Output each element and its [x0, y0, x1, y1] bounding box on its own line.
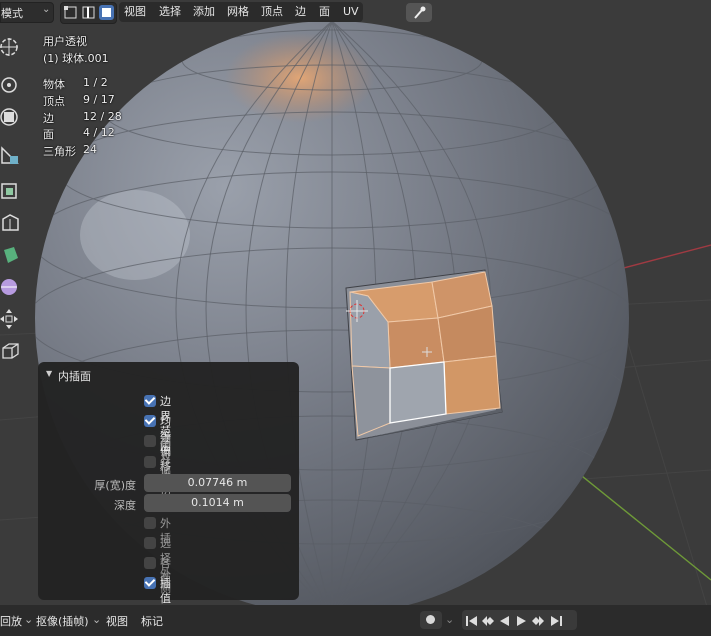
menu-mesh[interactable]: 网格 [227, 3, 249, 21]
checkbox[interactable] [144, 435, 156, 447]
chevron-down-icon: ⌄ [92, 613, 102, 626]
measure-icon[interactable] [0, 144, 22, 166]
prev-keyframe-icon[interactable] [481, 613, 494, 627]
stat-label: 边 [43, 112, 54, 125]
menu-face[interactable]: 面 [319, 3, 330, 21]
checkbox[interactable] [144, 557, 156, 569]
menu-bar: 视图 选择 添加 网格 顶点 边 面 UV [119, 2, 363, 22]
checkbox[interactable] [144, 577, 156, 589]
depth-label: 深度 [114, 499, 136, 512]
inset-icon[interactable] [0, 212, 22, 234]
checkbox[interactable] [144, 537, 156, 549]
keying-menu[interactable]: 抠像(插帧) [36, 613, 89, 629]
record-button[interactable] [420, 611, 442, 629]
stat-value: 12 / 28 [83, 110, 122, 123]
menu-view[interactable]: 视图 [124, 3, 146, 21]
select-mode-group [60, 2, 117, 24]
active-face [389, 361, 447, 424]
stat-label: 物体 [43, 78, 65, 91]
view-menu[interactable]: 视图 [106, 613, 128, 629]
mode-label: 模式 [1, 7, 23, 20]
transform-icon[interactable] [0, 308, 22, 330]
vertex-select-icon[interactable] [63, 5, 78, 20]
eyedropper-button[interactable] [406, 3, 432, 22]
checkbox[interactable] [144, 456, 156, 468]
menu-vertex[interactable]: 顶点 [261, 3, 283, 21]
header-toolbar: 模式 ⌄ 视图 选择 添加 网格 顶点 边 面 UV [0, 0, 711, 24]
add-cube-icon[interactable] [0, 340, 22, 362]
bevel-icon[interactable] [0, 244, 22, 266]
stat-label: 顶点 [43, 95, 65, 108]
stat-label: 三角形 [43, 145, 76, 158]
record-icon [426, 615, 435, 624]
checkbox[interactable] [144, 517, 156, 529]
play-icon[interactable] [515, 613, 528, 627]
mode-dropdown[interactable]: 模式 ⌄ [0, 2, 54, 23]
object-name: (1) 球体.001 [43, 52, 109, 65]
stat-value: 24 [83, 143, 97, 156]
jump-start-icon[interactable] [465, 613, 478, 627]
marker-menu[interactable]: 标记 [141, 613, 163, 629]
chevron-down-icon: ⌄ [24, 613, 34, 626]
stat-value: 4 / 12 [83, 126, 115, 139]
playback-menu[interactable]: 回放 [0, 613, 22, 629]
playback-controls [462, 610, 577, 630]
scale-icon[interactable] [0, 106, 22, 128]
eyedropper-icon [414, 6, 426, 19]
checkbox[interactable] [144, 395, 156, 407]
menu-select[interactable]: 选择 [159, 3, 181, 21]
play-reverse-icon[interactable] [498, 613, 511, 627]
checkbox[interactable] [144, 415, 156, 427]
menu-edge[interactable]: 边 [295, 3, 306, 21]
move-icon[interactable] [0, 74, 22, 96]
timeline-header: 回放 ⌄ 抠像(插帧) ⌄ 视图 标记 ⌄ [0, 605, 711, 636]
chevron-down-icon: ⌄ [445, 613, 455, 626]
stat-value: 1 / 2 [83, 76, 108, 89]
thickness-field[interactable]: 0.07746 m [144, 474, 291, 492]
chevron-down-icon: ⌄ [42, 4, 51, 15]
menu-add[interactable]: 添加 [193, 3, 215, 21]
view-name: 用户透视 [43, 35, 87, 48]
stat-value: 9 / 17 [83, 93, 115, 106]
depth-field[interactable]: 0.1014 m [144, 494, 291, 512]
loop-cut-icon[interactable] [0, 276, 22, 298]
cursor-icon[interactable] [0, 36, 22, 58]
panel-title[interactable]: 内插面 [58, 368, 91, 384]
face-select-icon[interactable] [99, 5, 114, 20]
next-keyframe-icon[interactable] [532, 613, 545, 627]
inset-operator-panel: ▼ 内插面 边界范围 均等偏移 相对偏移 并排边 厚(宽)度 0.07746 m… [38, 362, 299, 605]
thickness-label: 厚(宽)度 [94, 479, 136, 492]
edge-select-icon[interactable] [81, 5, 96, 20]
extrude-icon[interactable] [0, 180, 22, 202]
collapse-triangle-icon[interactable]: ▼ [46, 369, 52, 378]
stat-label: 面 [43, 128, 54, 141]
jump-end-icon[interactable] [550, 613, 563, 627]
menu-uv[interactable]: UV [343, 3, 359, 21]
